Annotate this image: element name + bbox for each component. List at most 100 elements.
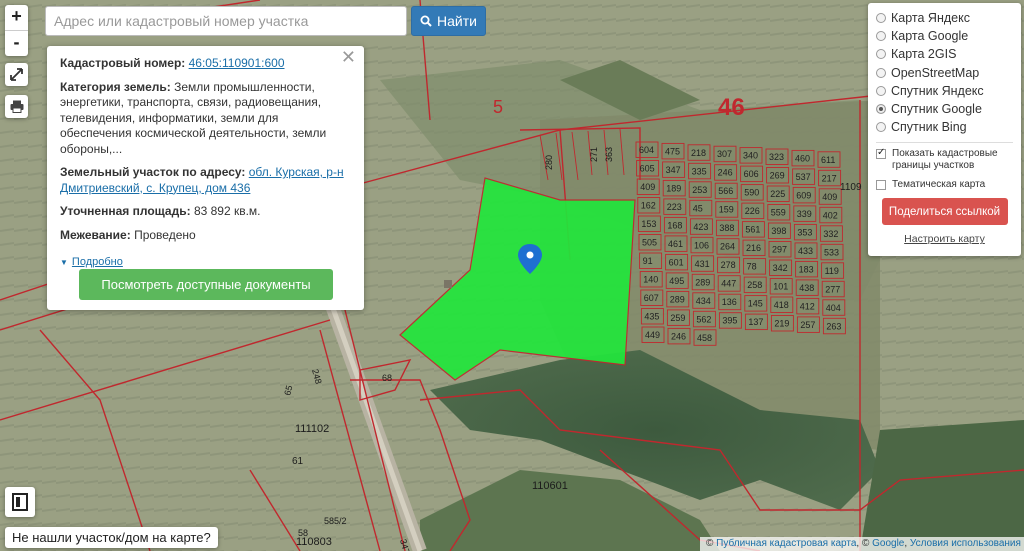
- plot-number: 449: [645, 330, 660, 340]
- plot-number: 162: [641, 201, 656, 211]
- plot-number: 101: [773, 282, 788, 292]
- legend-button[interactable]: [5, 487, 35, 517]
- close-icon[interactable]: ✕: [341, 48, 356, 65]
- map-label-61: 61: [292, 456, 304, 467]
- print-button[interactable]: [5, 95, 28, 118]
- attribution-google-link[interactable]: Google: [872, 538, 904, 549]
- show-borders-checkbox[interactable]: [876, 147, 886, 160]
- thematic-checkbox-row[interactable]: Тематическая карта: [876, 179, 1013, 191]
- layer-option[interactable]: Карта 2GIS: [876, 45, 1013, 63]
- plot-number: 217: [822, 173, 837, 183]
- plot-number: 495: [669, 276, 684, 286]
- layer-switcher: Карта Яндекс Карта Google Карта 2GIS OpenSt…: [868, 3, 1021, 256]
- plot-number: 91: [643, 256, 653, 266]
- plot-number: 447: [721, 279, 736, 289]
- layer-radio[interactable]: [876, 85, 886, 96]
- plot-number: 78: [747, 262, 757, 272]
- layer-label: Карта 2GIS: [891, 47, 957, 62]
- plot-number: 409: [640, 182, 655, 192]
- attribution-terms-link[interactable]: Условия использования: [910, 538, 1021, 549]
- cadastral-number-link[interactable]: 46:05:110901:600: [189, 56, 285, 70]
- share-link-button[interactable]: Поделиться ссылкой: [881, 198, 1008, 226]
- legend-icon: [12, 493, 28, 511]
- address-label: Земельный участок по адресу:: [60, 165, 246, 179]
- plot-number: 259: [670, 313, 685, 323]
- attribution-pkk-link[interactable]: Публичная кадастровая карта: [716, 538, 856, 549]
- plot-number: 159: [719, 205, 734, 215]
- fullscreen-button[interactable]: [5, 63, 28, 86]
- plot-number: 339: [797, 209, 812, 219]
- plot-number: 561: [745, 225, 760, 235]
- layer-radio[interactable]: [876, 49, 886, 60]
- plot-number: 505: [642, 238, 657, 248]
- layer-radio[interactable]: [876, 31, 886, 42]
- zoom-control: + -: [5, 5, 28, 56]
- plot-number: 475: [665, 146, 680, 156]
- view-documents-button[interactable]: Посмотреть доступные документы: [79, 269, 333, 300]
- map-label-58: 58: [298, 528, 308, 538]
- plot-number: 438: [799, 283, 814, 293]
- layer-radio[interactable]: [876, 104, 886, 115]
- attribution-copyright: ©: [706, 538, 714, 549]
- plot-number: 461: [668, 239, 683, 249]
- plot-number: 137: [748, 317, 763, 327]
- plot-number: 289: [695, 277, 710, 287]
- map-label-5: 5: [493, 97, 503, 117]
- layer-option[interactable]: Карта Google: [876, 27, 1013, 45]
- map-label-271: 271: [589, 147, 599, 162]
- plot-number: 140: [643, 275, 658, 285]
- plot-number: 402: [823, 210, 838, 220]
- plot-number: 566: [718, 186, 733, 196]
- zoom-in-button[interactable]: +: [5, 5, 28, 31]
- layer-option[interactable]: Спутник Яндекс: [876, 82, 1013, 100]
- map-label-46: 46: [718, 94, 745, 121]
- plot-number: 264: [720, 242, 735, 252]
- plot-number: 258: [747, 280, 762, 290]
- zoom-out-button[interactable]: -: [5, 31, 28, 56]
- survey-label: Межевание:: [60, 227, 131, 242]
- plot-number: 601: [669, 257, 684, 267]
- layer-list: Карта Яндекс Карта Google Карта 2GIS OpenSt…: [876, 9, 1013, 136]
- plot-number: 412: [800, 301, 815, 311]
- layer-option[interactable]: Карта Яндекс: [876, 9, 1013, 27]
- plot-number: 353: [797, 227, 812, 237]
- setup-map-link[interactable]: Настроить карту: [876, 233, 1013, 245]
- plot-number: 340: [743, 151, 758, 161]
- plot-number: 388: [719, 223, 734, 233]
- plot-number: 537: [796, 172, 811, 182]
- layer-option[interactable]: Спутник Bing: [876, 118, 1013, 136]
- plot-number: 189: [666, 183, 681, 193]
- search-button[interactable]: Найти: [411, 6, 486, 36]
- layer-option[interactable]: OpenStreetMap: [876, 64, 1013, 82]
- layer-label: Спутник Яндекс: [891, 83, 984, 98]
- thematic-checkbox[interactable]: [876, 180, 886, 191]
- plot-number: 223: [667, 202, 682, 212]
- plot-number: 335: [692, 166, 707, 176]
- show-borders-checkbox-row[interactable]: Показать кадастровые границы участков: [876, 147, 1013, 172]
- plot-number: 106: [694, 240, 709, 250]
- print-icon: [10, 100, 23, 113]
- layer-radio[interactable]: [876, 67, 886, 78]
- layer-option[interactable]: Спутник Google: [876, 100, 1013, 118]
- plot-number: 609: [796, 190, 811, 200]
- not-found-button[interactable]: Не нашли участок/дом на карте?: [5, 527, 218, 548]
- map-label-110601: 110601: [532, 480, 568, 492]
- plot-number: 409: [822, 192, 837, 202]
- plot-number: 533: [824, 247, 839, 257]
- fullscreen-icon: [10, 68, 23, 81]
- area-value: 83 892 кв.м.: [193, 204, 261, 218]
- plot-number: 289: [670, 294, 685, 304]
- plot-number: 269: [770, 171, 785, 181]
- plot-number: 253: [692, 185, 707, 195]
- plot-number: 119: [825, 266, 839, 276]
- map-label-111102: 111102: [295, 423, 329, 435]
- plot-number: 418: [774, 300, 789, 310]
- map-label-363: 363: [604, 147, 614, 162]
- layer-radio[interactable]: [876, 122, 886, 133]
- plot-number: 153: [641, 219, 656, 229]
- thematic-label: Тематическая карта: [892, 179, 986, 191]
- plot-number: 611: [821, 155, 835, 165]
- layer-radio[interactable]: [876, 13, 886, 24]
- search-input[interactable]: Адрес или кадастровый номер участка: [45, 6, 407, 36]
- caret-down-icon: ▼: [60, 258, 68, 267]
